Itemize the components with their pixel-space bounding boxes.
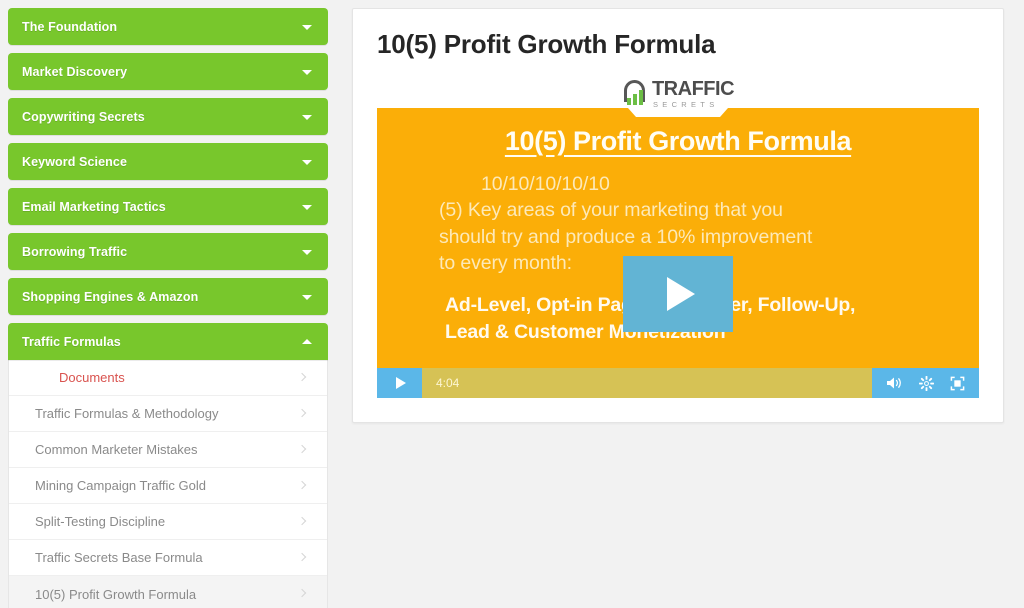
slide-line-2: (5) Key areas of your marketing that you: [439, 199, 783, 222]
play-overlay-button[interactable]: [623, 256, 733, 332]
sidebar-item-mining-campaign-traffic-gold[interactable]: Mining Campaign Traffic Gold: [9, 468, 327, 504]
chevron-down-icon: [302, 69, 312, 75]
sidebar-section-header[interactable]: Shopping Engines & Amazon: [8, 278, 328, 315]
sidebar-item-label: Traffic Secrets Base Formula: [35, 550, 203, 565]
sidebar-section-header[interactable]: The Foundation: [8, 8, 328, 45]
video-controls: 4:04: [377, 368, 979, 398]
sidebar-section-label: Copywriting Secrets: [22, 109, 145, 124]
lesson-card: 10(5) Profit Growth Formula TRAFFIC SECR…: [352, 8, 1004, 423]
sidebar-item-label: Documents: [59, 370, 125, 385]
sidebar-section-label: Traffic Formulas: [22, 334, 121, 349]
sidebar-section-label: Borrowing Traffic: [22, 244, 128, 259]
sidebar-item-traffic-formulas-methodology[interactable]: Traffic Formulas & Methodology: [9, 396, 327, 432]
video-controls-right: [872, 368, 979, 398]
slide-line-3: should try and produce a 10% improvement: [439, 225, 813, 248]
play-icon: [667, 277, 695, 311]
sidebar-item-common-marketer-mistakes[interactable]: Common Marketer Mistakes: [9, 432, 327, 468]
play-button[interactable]: [377, 368, 422, 398]
sidebar-submenu: Documents Traffic Formulas & Methodology…: [8, 360, 328, 608]
sidebar-section-traffic-formulas: Traffic Formulas Documents Traffic Formu…: [8, 323, 328, 608]
chevron-down-icon: [302, 294, 312, 300]
chevron-down-icon: [302, 159, 312, 165]
sidebar-section-label: The Foundation: [22, 19, 118, 34]
gear-icon[interactable]: [919, 375, 934, 391]
sidebar-section-label: Market Discovery: [22, 64, 128, 79]
chevron-right-icon: [297, 372, 307, 381]
chevron-down-icon: [302, 114, 312, 120]
sidebar-section-copywriting-secrets: Copywriting Secrets: [8, 98, 328, 135]
main-content: 10(5) Profit Growth Formula TRAFFIC SECR…: [336, 0, 1024, 608]
chevron-right-icon: [297, 480, 307, 489]
chevron-down-icon: [302, 249, 312, 255]
sidebar-item-traffic-secrets-base-formula[interactable]: Traffic Secrets Base Formula: [9, 540, 327, 576]
chevron-up-icon: [302, 338, 312, 344]
sidebar-section-header[interactable]: Borrowing Traffic: [8, 233, 328, 270]
sidebar-item-label: Traffic Formulas & Methodology: [35, 406, 219, 421]
sidebar-section-shopping-engines-amazon: Shopping Engines & Amazon: [8, 278, 328, 315]
chevron-right-icon: [297, 444, 307, 453]
chevron-right-icon: [297, 588, 307, 598]
fullscreen-icon[interactable]: [950, 376, 965, 391]
sidebar-section-header[interactable]: Email Marketing Tactics: [8, 188, 328, 225]
sidebar-section-header[interactable]: Market Discovery: [8, 53, 328, 90]
logo-notch: [628, 108, 728, 117]
sidebar-section-borrowing-traffic: Borrowing Traffic: [8, 233, 328, 270]
page-title: 10(5) Profit Growth Formula: [377, 29, 716, 59]
sidebar-item-label: Split-Testing Discipline: [35, 514, 166, 529]
logo-wordmark: TRAFFIC: [651, 77, 735, 100]
app-root: The Foundation Market Discovery Copywrit…: [0, 0, 1024, 608]
sidebar-item-label: Common Marketer Mistakes: [35, 442, 198, 457]
sidebar-section-email-marketing-tactics: Email Marketing Tactics: [8, 188, 328, 225]
sidebar-section-label: Keyword Science: [22, 154, 128, 169]
slide-line-1: 10/10/10/10/10: [481, 173, 610, 195]
course-sidebar: The Foundation Market Discovery Copywrit…: [0, 0, 336, 608]
sidebar-item-documents[interactable]: Documents: [9, 360, 327, 396]
sidebar-section-header[interactable]: Traffic Formulas: [8, 323, 328, 360]
chevron-down-icon: [302, 204, 312, 210]
sidebar-section-label: Shopping Engines & Amazon: [22, 289, 199, 304]
sidebar-section-header[interactable]: Keyword Science: [8, 143, 328, 180]
sidebar-item-label: 10(5) Profit Growth Formula: [35, 586, 197, 602]
chevron-right-icon: [297, 408, 307, 417]
bar-chart-arch-icon: [622, 80, 648, 106]
chevron-right-icon: [297, 552, 307, 561]
video-player[interactable]: 10(5) Profit Growth Formula 10/10/10/10/…: [377, 108, 979, 398]
sidebar-section-market-discovery: Market Discovery: [8, 53, 328, 90]
sidebar-section-the-foundation: The Foundation: [8, 8, 328, 45]
traffic-secrets-logo: TRAFFIC SECRETS: [377, 74, 979, 108]
video-time: 4:04: [436, 376, 460, 390]
chevron-down-icon: [302, 24, 312, 30]
sidebar-item-label: Mining Campaign Traffic Gold: [35, 478, 207, 493]
sidebar-item-10-5-profit-growth-formula[interactable]: 10(5) Profit Growth Formula: [9, 576, 327, 608]
sidebar-section-header[interactable]: Copywriting Secrets: [8, 98, 328, 135]
play-icon: [395, 377, 406, 389]
sidebar-section-label: Email Marketing Tactics: [22, 199, 166, 214]
chevron-right-icon: [297, 516, 307, 525]
logo-subtitle: SECRETS: [652, 99, 719, 109]
sidebar-section-keyword-science: Keyword Science: [8, 143, 328, 180]
sidebar-item-split-testing-discipline[interactable]: Split-Testing Discipline: [9, 504, 327, 540]
volume-icon[interactable]: [886, 376, 903, 390]
